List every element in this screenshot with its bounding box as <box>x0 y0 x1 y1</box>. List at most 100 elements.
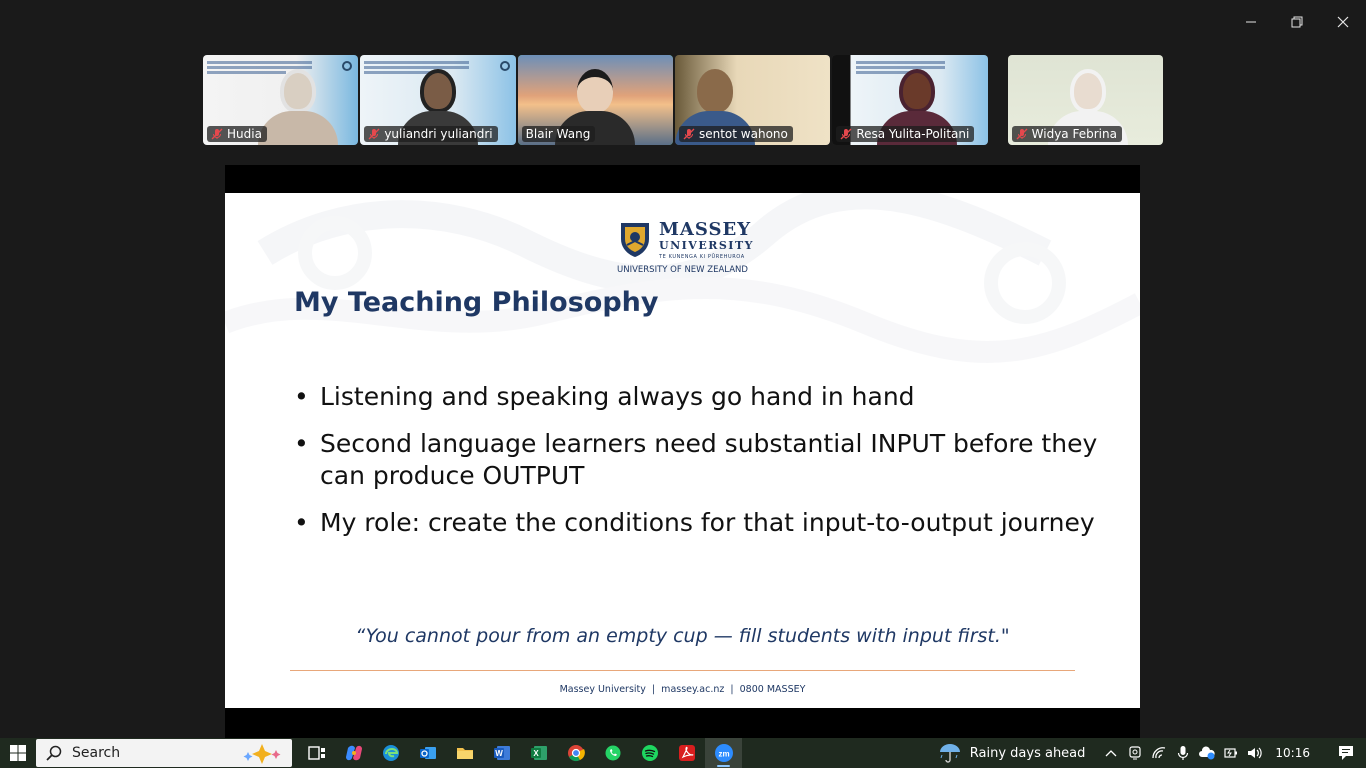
svg-text:zm: zm <box>718 750 729 759</box>
massey-university-logo: MASSEY UNIVERSITY TE KUNENGA KI PŪREHURO… <box>615 217 752 275</box>
outlook-icon <box>419 747 436 759</box>
banner-logo-icon <box>499 61 510 71</box>
excel-app[interactable]: X <box>520 738 557 768</box>
close-icon <box>1337 16 1349 28</box>
restore-icon <box>1291 16 1303 28</box>
svg-text:X: X <box>533 749 539 758</box>
slide-title: My Teaching Philosophy <box>294 287 659 318</box>
taskbar-search[interactable]: Search <box>36 739 292 767</box>
participant-name: Hudia <box>227 127 262 141</box>
chrome-icon <box>567 745 585 762</box>
university-crest-icon <box>621 223 649 257</box>
participant-name: Resa Yulita-Politani <box>856 127 970 141</box>
search-icon <box>46 745 62 761</box>
microphone-muted-icon <box>840 128 852 140</box>
participant-tile[interactable]: Widya Febrina <box>1007 55 1163 145</box>
windows-logo-icon <box>10 745 26 761</box>
notification-icon <box>1339 746 1353 760</box>
network-button[interactable] <box>1147 738 1171 768</box>
umbrella-rain-icon <box>939 744 960 763</box>
windows-taskbar: Search W X zm Rainy days ahead 10:16 <box>0 738 1366 768</box>
participant-name-tag: Hudia <box>207 126 267 142</box>
microphone-muted-icon <box>368 128 380 140</box>
minimize-button[interactable] <box>1228 0 1274 44</box>
start-button[interactable] <box>0 738 36 768</box>
participant-name: Blair Wang <box>525 127 591 141</box>
camera-in-use-button[interactable] <box>1123 738 1147 768</box>
file-explorer-app[interactable] <box>446 738 483 768</box>
slide-quote: “You cannot pour from an empty cup — fil… <box>355 625 1010 647</box>
participant-name: yuliandri yuliandri <box>384 127 493 141</box>
participant-video <box>258 69 338 145</box>
microphone-muted-icon <box>1016 128 1028 140</box>
whatsapp-app[interactable] <box>594 738 631 768</box>
participant-name: sentot wahono <box>698 127 788 141</box>
spotify-icon <box>641 745 658 761</box>
onedrive-button[interactable] <box>1195 738 1219 768</box>
slide-footer: Massey University | massey.ac.nz | 0800 … <box>559 684 806 695</box>
participant-name-tag: yuliandri yuliandri <box>364 126 498 142</box>
window-controls <box>1228 0 1366 44</box>
microphone-in-use-button[interactable] <box>1171 738 1195 768</box>
folder-icon <box>456 748 473 759</box>
battery-button[interactable] <box>1219 738 1243 768</box>
edge-icon <box>382 745 399 761</box>
word-icon: W <box>493 746 510 760</box>
show-hidden-icons-button[interactable] <box>1099 738 1123 768</box>
camera-icon <box>1129 746 1142 760</box>
cloud-sync-icon <box>1199 746 1216 760</box>
brand-line-3: TE KUNENGA KI PŪREHUROA <box>659 254 745 260</box>
zoom-icon: zm <box>714 744 733 762</box>
copilot-sparkle-icon <box>243 744 281 764</box>
brand-line-2: UNIVERSITY <box>659 239 754 252</box>
bullet-item: Second language learners need substantia… <box>294 428 1114 492</box>
wifi-icon <box>1152 747 1166 759</box>
participant-name: Widya Febrina <box>1031 127 1117 141</box>
participant-name-tag: Widya Febrina <box>1011 126 1122 142</box>
notification-center-button[interactable] <box>1326 738 1366 768</box>
acrobat-app[interactable] <box>668 738 705 768</box>
outlook-app[interactable] <box>409 738 446 768</box>
search-label: Search <box>72 745 121 761</box>
excel-icon: X <box>530 746 547 760</box>
taskbar-apps: W X zm <box>298 738 742 768</box>
bullet-list: Listening and speaking always go hand in… <box>294 381 1114 554</box>
restore-button[interactable] <box>1274 0 1320 44</box>
volume-button[interactable] <box>1243 738 1267 768</box>
speaker-icon <box>1248 747 1263 759</box>
bullet-item: My role: create the conditions for that … <box>294 507 1114 539</box>
minimize-icon <box>1246 21 1256 23</box>
participant-tile[interactable]: Hudia <box>203 55 359 145</box>
participant-tile-active-speaker[interactable]: Blair Wang <box>517 55 673 145</box>
edge-browser-app[interactable] <box>372 738 409 768</box>
task-view-button[interactable] <box>298 738 335 768</box>
close-button[interactable] <box>1320 0 1366 44</box>
weather-widget[interactable]: Rainy days ahead <box>938 742 1086 764</box>
participant-tile[interactable]: yuliandri yuliandri <box>360 55 516 145</box>
bullet-item: Listening and speaking always go hand in… <box>294 381 1114 413</box>
weather-text: Rainy days ahead <box>969 745 1086 761</box>
copilot-icon <box>345 745 362 761</box>
participant-tile[interactable]: Resa Yulita-Politani <box>832 55 988 145</box>
microphone-muted-icon <box>211 128 223 140</box>
screen-share-view[interactable]: MASSEY UNIVERSITY TE KUNENGA KI PŪREHURO… <box>225 165 1140 738</box>
chevron-up-icon <box>1105 750 1117 757</box>
task-view-icon <box>307 746 325 760</box>
whatsapp-icon <box>605 745 620 761</box>
microphone-icon <box>1178 746 1189 760</box>
svg-text:W: W <box>495 749 503 758</box>
footer-divider <box>290 670 1075 671</box>
participant-name-tag: Resa Yulita-Politani <box>836 126 975 142</box>
participant-name-tag: sentot wahono <box>678 126 793 142</box>
spotify-app[interactable] <box>631 738 668 768</box>
participant-tile[interactable]: sentot wahono <box>674 55 831 145</box>
microphone-muted-icon <box>683 128 695 140</box>
participant-name-tag: Blair Wang <box>521 126 596 142</box>
zoom-app[interactable]: zm <box>705 738 742 768</box>
word-app[interactable]: W <box>483 738 520 768</box>
copilot-app[interactable] <box>335 738 372 768</box>
acrobat-icon <box>678 745 695 761</box>
system-tray: Rainy days ahead 10:16 <box>938 738 1366 768</box>
taskbar-clock[interactable]: 10:16 <box>1275 746 1310 760</box>
chrome-app[interactable] <box>557 738 594 768</box>
